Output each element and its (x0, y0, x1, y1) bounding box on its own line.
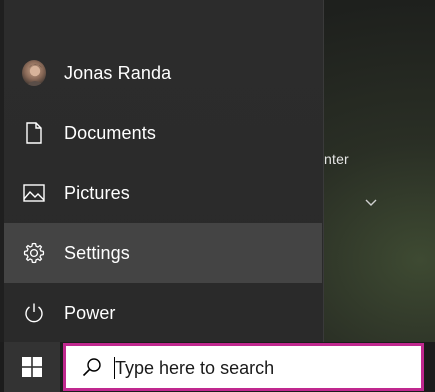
search-input[interactable]: Type here to search (115, 358, 274, 379)
start-menu-user[interactable]: Jonas Randa (4, 43, 322, 103)
user-avatar-icon (22, 60, 46, 86)
start-menu-documents[interactable]: Documents (4, 103, 322, 163)
search-icon (82, 358, 101, 377)
gear-icon (22, 241, 46, 265)
power-icon (22, 301, 46, 325)
start-menu-divider (323, 0, 324, 342)
avatar (22, 60, 46, 86)
taskbar-search-box[interactable]: Type here to search (63, 343, 424, 391)
user-name-label: Jonas Randa (64, 62, 172, 83)
windows-logo-icon (22, 357, 42, 377)
start-menu-settings[interactable]: Settings (4, 223, 322, 283)
desktop-screen: nter Jonas Randa Documents Pictures Sett… (0, 0, 435, 392)
pictures-label: Pictures (64, 182, 130, 203)
documents-label: Documents (64, 122, 156, 143)
start-button[interactable] (4, 342, 60, 392)
picture-icon (22, 181, 46, 205)
document-icon (22, 121, 46, 145)
settings-label: Settings (64, 242, 130, 263)
start-menu-power[interactable]: Power (4, 283, 322, 343)
start-menu-pictures[interactable]: Pictures (4, 163, 322, 223)
power-label: Power (64, 302, 116, 323)
chevron-down-icon[interactable] (364, 196, 378, 210)
background-partial-text: nter (324, 151, 349, 167)
